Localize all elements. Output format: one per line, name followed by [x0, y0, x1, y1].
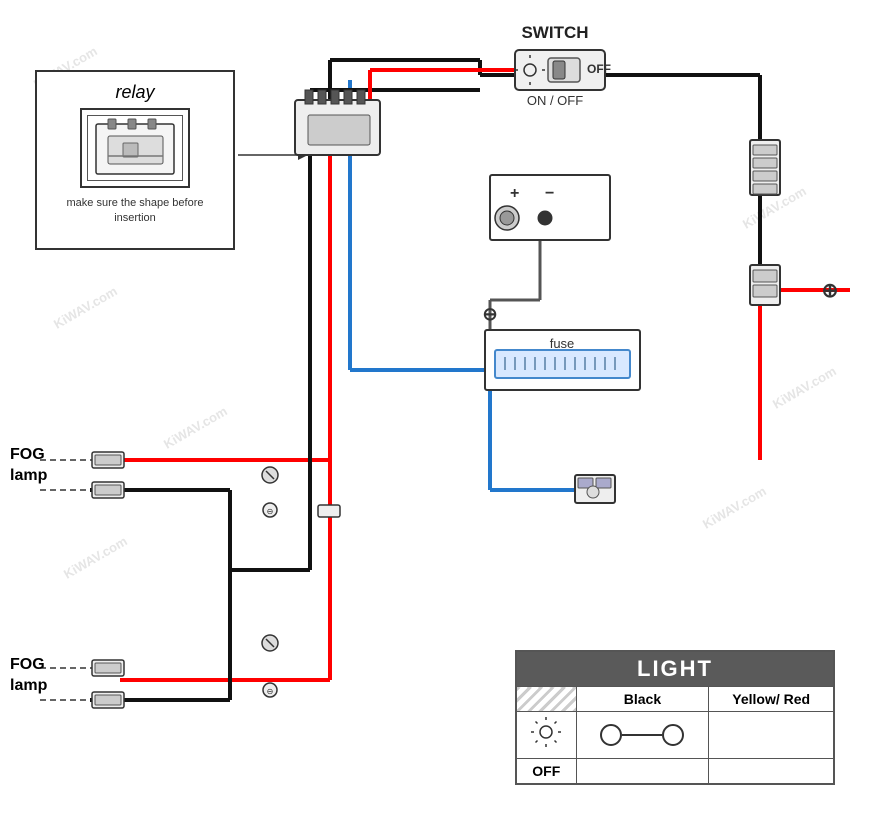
legend-col-black: Black — [576, 687, 709, 712]
svg-text:⊖: ⊖ — [267, 507, 274, 516]
legend-col-yellow-red: Yellow/ Red — [709, 687, 834, 712]
relay-description: make sure the shape before insertion — [47, 196, 223, 227]
svg-text:fuse: fuse — [550, 336, 575, 351]
legend-sun-icon-cell — [516, 712, 576, 759]
relay-diagram — [80, 108, 190, 188]
legend-off-label: OFF — [516, 759, 576, 785]
legend-header: LIGHT — [516, 651, 834, 687]
svg-text:⊕: ⊕ — [822, 280, 839, 302]
circle-line-mid — [622, 734, 662, 736]
svg-text:⊖: ⊖ — [482, 304, 497, 324]
relay-detail — [87, 115, 183, 181]
svg-text:+: + — [510, 185, 519, 202]
legend-hatch-col — [516, 687, 576, 712]
svg-text:SWITCH: SWITCH — [521, 23, 588, 42]
sun-icon — [530, 716, 562, 748]
legend-circle-black — [576, 712, 709, 759]
relay-info-box: relay make su — [35, 70, 235, 250]
circle-wire-black — [583, 724, 703, 746]
svg-text:⊖: ⊖ — [267, 687, 274, 696]
fog-lamp-top-label: FOG lamp — [10, 445, 47, 487]
fog-lamp-bottom-label: FOG lamp — [10, 655, 47, 697]
legend-empty-yellow — [709, 712, 834, 759]
legend-empty-off-yellow — [709, 759, 834, 785]
relay-title: relay — [115, 82, 154, 103]
circle-dot-left — [600, 724, 622, 746]
legend-empty-off-black — [576, 759, 709, 785]
circle-dot-right — [662, 724, 684, 746]
diagram-container: KiWAV.com KiWAV.com KiWAV.com KiWAV.com … — [0, 0, 870, 815]
relay-shape-svg — [88, 116, 182, 181]
svg-text:OFF: OFF — [587, 62, 611, 76]
svg-text:ON / OFF: ON / OFF — [527, 93, 583, 108]
legend-table: LIGHT Black Yellow/ Red — [515, 650, 835, 785]
svg-text:−: − — [545, 185, 554, 202]
